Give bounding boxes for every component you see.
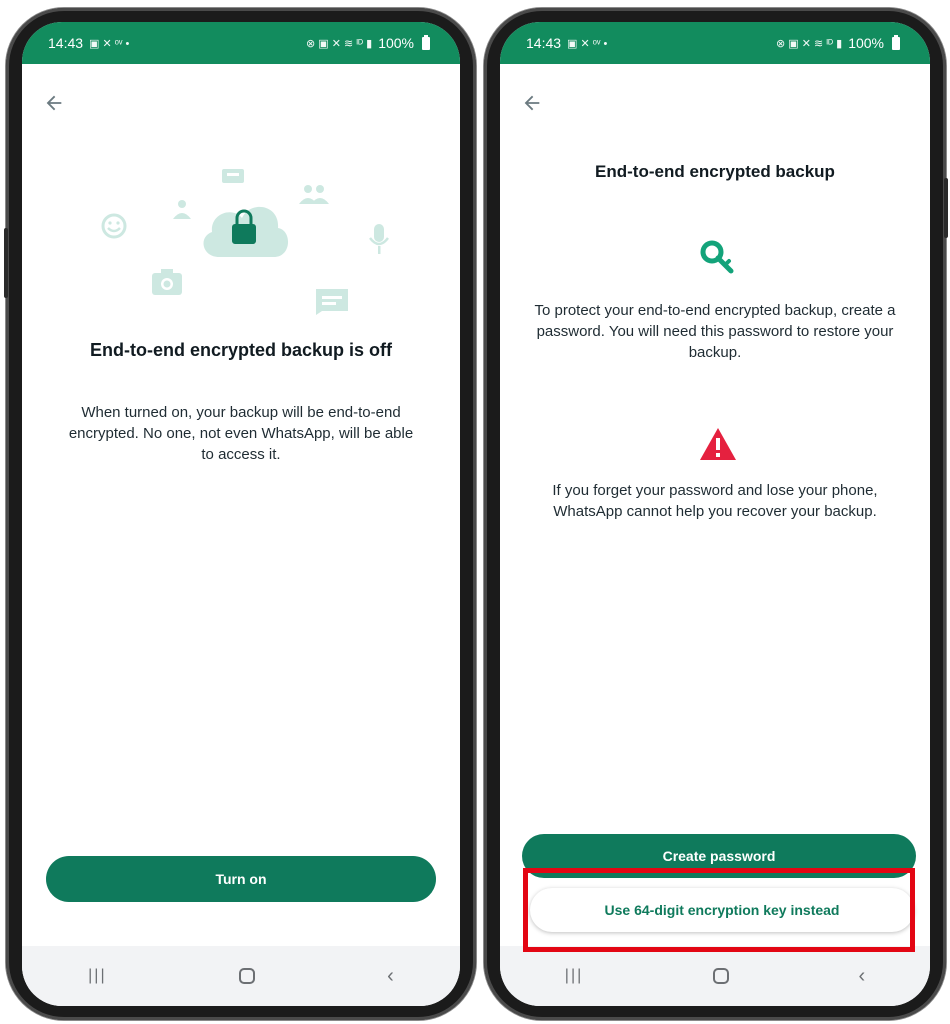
key-icon	[700, 240, 734, 274]
status-notification-icons: ▣ ✕ ᵒᵛ •	[567, 37, 608, 50]
battery-percentage: 100%	[848, 35, 884, 51]
status-time: 14:43	[48, 35, 84, 51]
status-system-icons: ⊗ ▣ ✕ ≋ ᴵᴰ ▮	[306, 37, 373, 50]
volume-button	[4, 228, 8, 298]
microphone-icon	[369, 224, 389, 254]
camera-icon	[152, 269, 182, 295]
phone-frame-left: 14:43 ▣ ✕ ᵒᵛ • ⊗ ▣ ✕ ≋ ᴵᴰ ▮ 100% End-to-…	[4, 8, 476, 1020]
recents-button[interactable]: |||	[88, 967, 106, 985]
screen-left: 14:43 ▣ ✕ ᵒᵛ • ⊗ ▣ ✕ ≋ ᴵᴰ ▮ 100% End-to-…	[22, 22, 460, 1006]
back-button[interactable]: ‹	[387, 965, 394, 988]
status-bar: 14:43 ▣ ✕ ᵒᵛ • ⊗ ▣ ✕ ≋ ᴵᴰ ▮ 100%	[22, 22, 460, 64]
back-button[interactable]: ‹	[858, 965, 865, 988]
warning-icon	[700, 428, 736, 460]
status-notification-icons: ▣ ✕ ᵒᵛ •	[89, 37, 130, 50]
navigation-bar: ||| ‹	[500, 946, 930, 1006]
group-icon	[299, 185, 329, 204]
status-time: 14:43	[526, 35, 562, 51]
battery-icon	[422, 34, 430, 50]
back-arrow-icon[interactable]	[518, 92, 546, 120]
cloud-lock-icon	[203, 206, 289, 257]
screen-right: 14:43 ▣ ✕ ᵒᵛ • ⊗ ▣ ✕ ≋ ᴵᴰ ▮ 100% End-to-…	[500, 22, 930, 1006]
battery-icon	[892, 34, 900, 50]
password-info-text: To protect your end-to-end encrypted bac…	[534, 302, 896, 361]
page-title: End-to-end encrypted backup	[595, 162, 835, 181]
back-arrow-icon[interactable]	[40, 92, 68, 120]
home-button[interactable]	[238, 968, 255, 984]
chat-bubble-icon	[222, 169, 244, 183]
battery-percentage: 100%	[378, 35, 414, 51]
page-title: End-to-end encrypted backup is off	[89, 340, 393, 360]
message-icon	[316, 289, 348, 315]
backup-illustration	[82, 152, 402, 322]
password-warning-text: If you forget your password and lose you…	[552, 482, 878, 520]
person-icon	[173, 200, 191, 219]
navigation-bar: ||| ‹	[22, 946, 460, 1006]
recents-button[interactable]: |||	[565, 967, 583, 985]
status-system-icons: ⊗ ▣ ✕ ≋ ᴵᴰ ▮	[776, 37, 843, 50]
smiley-icon	[101, 213, 127, 239]
turn-on-button[interactable]: Turn on	[46, 856, 436, 902]
backup-description: When turned on, your backup will be end-…	[68, 404, 414, 463]
power-button	[944, 178, 948, 238]
home-button[interactable]	[712, 968, 729, 984]
highlight-annotation	[523, 868, 915, 952]
status-bar: 14:43 ▣ ✕ ᵒᵛ • ⊗ ▣ ✕ ≋ ᴵᴰ ▮ 100%	[500, 22, 930, 64]
